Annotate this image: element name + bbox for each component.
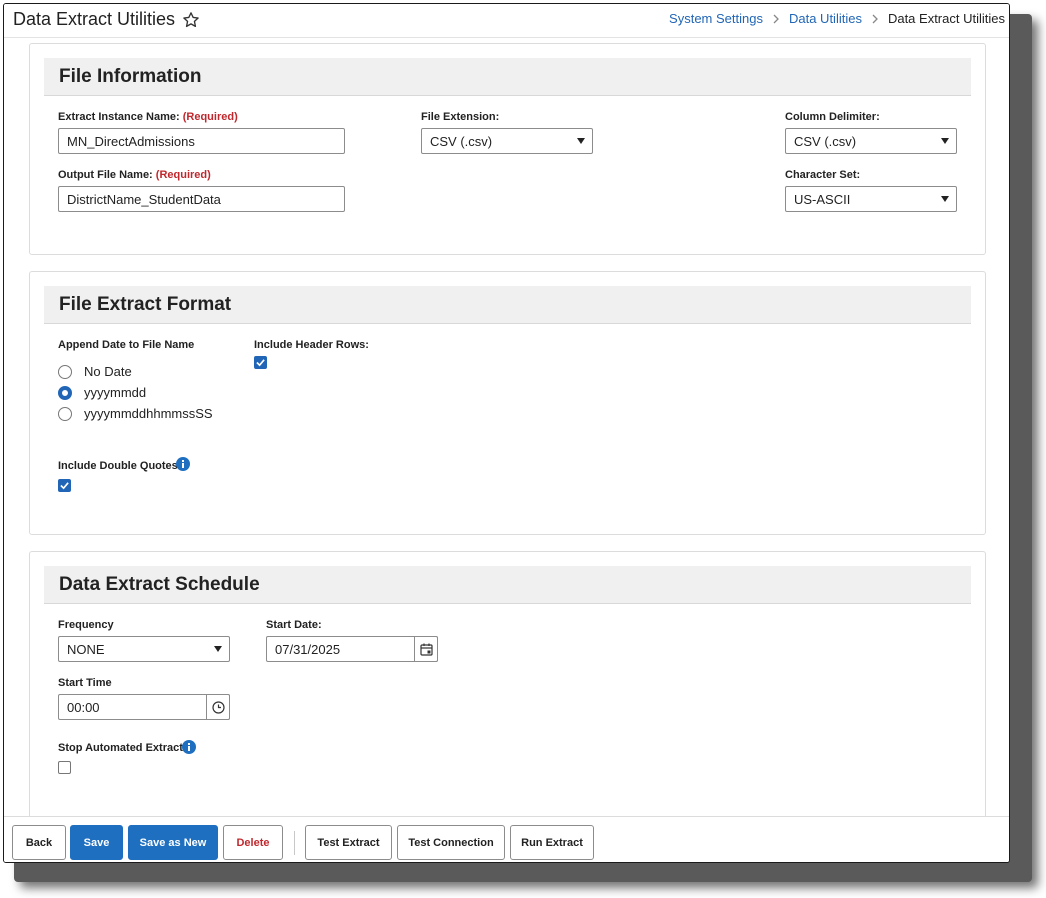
save-as-new-button[interactable]: Save as New [128, 825, 218, 860]
clock-icon [212, 701, 225, 714]
info-icon[interactable] [176, 457, 190, 471]
instance-name-label: Extract Instance Name: (Required) [58, 111, 238, 123]
delete-button[interactable]: Delete [223, 825, 283, 860]
include-header-rows-label: Include Header Rows: [254, 339, 369, 351]
required-marker: (Required) [155, 169, 211, 181]
calendar-icon [420, 643, 433, 656]
include-header-rows-checkbox[interactable] [254, 356, 267, 369]
calendar-button[interactable] [414, 636, 438, 662]
file-extract-format-section: File Extract Format Append Date to File … [29, 271, 986, 535]
check-icon [256, 359, 265, 367]
radio-button[interactable] [58, 364, 72, 379]
section-header: File Extract Format [44, 286, 971, 324]
include-double-quotes-label: Include Double Quotes: [58, 460, 182, 472]
section-header: File Information [44, 58, 971, 96]
run-extract-button[interactable]: Run Extract [510, 825, 594, 860]
radio-button[interactable] [58, 406, 72, 421]
frequency-label: Frequency [58, 619, 114, 631]
output-file-name-input[interactable] [58, 186, 345, 212]
section-title: File Information [59, 66, 202, 87]
breadcrumb-system-settings[interactable]: System Settings [669, 11, 763, 26]
main-content: File Information Extract Instance Name: … [4, 38, 1009, 817]
check-icon [60, 482, 69, 490]
section-title: Data Extract Schedule [59, 574, 260, 595]
output-file-name-label: Output File Name: (Required) [58, 169, 211, 181]
radio-label: yyyymmddhhmmssSS [84, 406, 213, 421]
test-connection-button[interactable]: Test Connection [397, 825, 505, 860]
start-date-label: Start Date: [266, 619, 322, 631]
breadcrumb: System Settings Data Utilities Data Extr… [669, 11, 1005, 26]
page-header: Data Extract Utilities System Settings D… [4, 4, 1009, 38]
chevron-right-icon [872, 14, 878, 23]
start-time-label: Start Time [58, 677, 112, 689]
start-time-input[interactable]: 00:00 [58, 694, 230, 720]
column-delimiter-select[interactable]: CSV (.csv) [785, 128, 957, 154]
start-date-input[interactable]: 07/31/2025 [266, 636, 438, 662]
file-extension-select[interactable]: CSV (.csv) [421, 128, 593, 154]
append-date-label: Append Date to File Name [58, 339, 195, 351]
select-value: US-ASCII [794, 192, 851, 207]
test-extract-button[interactable]: Test Extract [305, 825, 392, 860]
app-window: Data Extract Utilities System Settings D… [3, 3, 1010, 863]
page-title: Data Extract Utilities [13, 9, 176, 29]
info-icon[interactable] [182, 740, 196, 754]
column-delimiter-label: Column Delimiter: [785, 111, 880, 123]
caret-down-icon [941, 196, 949, 202]
select-value: NONE [67, 642, 105, 657]
time-value: 00:00 [67, 700, 100, 715]
section-title: File Extract Format [59, 294, 232, 315]
radio-button-selected[interactable] [58, 385, 72, 400]
button-divider [294, 831, 295, 855]
date-value: 07/31/2025 [275, 642, 341, 657]
character-set-select[interactable]: US-ASCII [785, 186, 957, 212]
radio-label: No Date [84, 364, 132, 379]
caret-down-icon [577, 138, 585, 144]
character-set-label: Character Set: [785, 169, 861, 181]
time-picker-button[interactable] [206, 694, 230, 720]
file-information-section: File Information Extract Instance Name: … [29, 43, 986, 255]
data-extract-schedule-section: Data Extract Schedule Frequency NONE Sta… [29, 551, 986, 817]
file-extension-label: File Extension: [421, 111, 500, 123]
include-double-quotes-checkbox[interactable] [58, 479, 71, 492]
radio-label: yyyymmdd [84, 385, 147, 400]
breadcrumb-current: Data Extract Utilities [887, 11, 1005, 26]
action-bar: Back Save Save as New Delete Test Extrac… [4, 816, 1009, 862]
frequency-select[interactable]: NONE [58, 636, 230, 662]
radio-no-date[interactable]: No Date [58, 364, 132, 379]
instance-name-input[interactable] [58, 128, 345, 154]
caret-down-icon [941, 138, 949, 144]
save-button[interactable]: Save [70, 825, 123, 860]
required-marker: (Required) [182, 111, 238, 123]
section-header: Data Extract Schedule [44, 566, 971, 604]
select-value: CSV (.csv) [794, 134, 857, 149]
breadcrumb-data-utilities[interactable]: Data Utilities [789, 11, 862, 26]
chevron-right-icon [773, 14, 779, 23]
stop-automated-extract-checkbox[interactable] [58, 761, 71, 774]
caret-down-icon [214, 646, 222, 652]
stop-automated-extract-label: Stop Automated Extract: [58, 742, 187, 754]
back-button[interactable]: Back [12, 825, 66, 860]
radio-yyyymmddhhmmssss[interactable]: yyyymmddhhmmssSS [58, 406, 213, 421]
star-icon[interactable] [182, 11, 200, 29]
select-value: CSV (.csv) [430, 134, 493, 149]
radio-yyyymmdd[interactable]: yyyymmdd [58, 385, 146, 400]
